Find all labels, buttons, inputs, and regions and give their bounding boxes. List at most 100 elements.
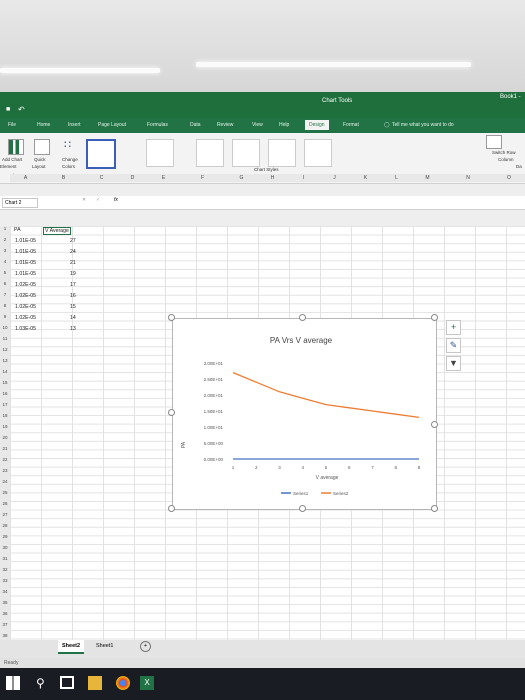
row-header[interactable]: 2 [0, 237, 10, 242]
chart-style-thumbnail[interactable] [232, 139, 260, 167]
row-header[interactable]: 7 [0, 292, 10, 297]
tell-me-search[interactable]: Tell me what you want to do [392, 122, 454, 128]
chart-resize-handle[interactable] [168, 409, 175, 416]
row-header[interactable]: 5 [0, 270, 10, 275]
row-header[interactable]: 33 [0, 578, 10, 583]
column-label[interactable]: Column [498, 157, 514, 162]
row-header[interactable]: 36 [0, 611, 10, 616]
save-icon[interactable]: ■ [6, 106, 10, 113]
column-header[interactable]: B [41, 174, 87, 182]
chart-filters-button[interactable]: ▼ [446, 356, 461, 371]
cell-a-value[interactable]: 1.01E-05 [15, 260, 36, 266]
row-header[interactable]: 3 [0, 248, 10, 253]
row-header[interactable]: 4 [0, 259, 10, 264]
tab-view[interactable]: View [252, 122, 263, 128]
tab-file[interactable]: File [8, 122, 16, 128]
column-header[interactable]: C [86, 174, 118, 182]
column-header[interactable]: F [179, 174, 227, 182]
row-header[interactable]: 10 [0, 325, 10, 330]
row-header[interactable]: 18 [0, 413, 10, 418]
chart-style-thumbnail[interactable] [86, 139, 116, 169]
cell-b-value[interactable]: 14 [70, 315, 76, 321]
tab-insert[interactable]: Insert [68, 122, 81, 128]
file-explorer-icon[interactable] [88, 676, 102, 690]
add-sheet-icon[interactable]: + [140, 641, 151, 652]
row-header[interactable]: 21 [0, 446, 10, 451]
change-colors-icon[interactable]: ∷ [64, 138, 71, 151]
column-header[interactable]: J [319, 174, 351, 182]
row-header[interactable]: 1 [0, 226, 10, 231]
chart-area[interactable]: PA Vrs V average PA V average 3.00E+01 2.… [172, 318, 437, 510]
row-header[interactable]: 6 [0, 281, 10, 286]
row-header[interactable]: 27 [0, 512, 10, 517]
cell-a-value[interactable]: 1.02E-05 [15, 293, 36, 299]
chart-resize-handle[interactable] [299, 505, 306, 512]
column-header[interactable]: D [117, 174, 149, 182]
element-label[interactable]: Element [0, 164, 17, 169]
chart-resize-handle[interactable] [168, 505, 175, 512]
sheet-tab-sheet2[interactable]: Sheet2 [58, 640, 85, 654]
chart-style-thumbnail[interactable] [268, 139, 296, 167]
row-header[interactable]: 8 [0, 303, 10, 308]
row-header[interactable]: 13 [0, 358, 10, 363]
row-header[interactable]: 17 [0, 402, 10, 407]
row-header[interactable]: 15 [0, 380, 10, 385]
add-chart-element-icon[interactable] [8, 139, 24, 155]
cell-b-value[interactable]: 21 [70, 260, 76, 266]
cell-a-value[interactable]: 1.02E-05 [15, 282, 36, 288]
row-header[interactable]: 19 [0, 424, 10, 429]
cell-a-value[interactable]: 1.03E-05 [15, 326, 36, 332]
row-header[interactable]: 26 [0, 501, 10, 506]
column-header[interactable]: H [257, 174, 289, 182]
cell-a1[interactable]: PA [14, 227, 21, 233]
cell-b-value[interactable]: 13 [70, 326, 76, 332]
row-header[interactable]: 11 [0, 336, 10, 341]
cancel-icon[interactable]: ✕ [82, 197, 86, 203]
column-header[interactable]: A [10, 174, 42, 182]
chart-style-thumbnail[interactable] [146, 139, 174, 167]
chart-title[interactable]: PA Vrs V average [270, 336, 333, 345]
column-header[interactable]: K [350, 174, 382, 182]
chart-resize-handle[interactable] [168, 314, 175, 321]
enter-icon[interactable]: ✓ [96, 197, 100, 203]
column-header[interactable]: G [226, 174, 258, 182]
row-header[interactable]: 9 [0, 314, 10, 319]
cell-b-value[interactable]: 17 [70, 282, 76, 288]
row-header[interactable]: 28 [0, 523, 10, 528]
cell-b-value[interactable]: 15 [70, 304, 76, 310]
name-box[interactable]: Chart 2 [2, 198, 38, 208]
cell-a-value[interactable]: 1.02E-05 [15, 315, 36, 321]
row-header[interactable]: 20 [0, 435, 10, 440]
row-header[interactable]: 12 [0, 347, 10, 352]
add-chart-element-label[interactable]: Add Chart [2, 157, 22, 162]
search-icon[interactable]: ⚲ [36, 676, 50, 690]
cell-b-value[interactable]: 27 [70, 238, 76, 244]
cell-a-value[interactable]: 1.01E-05 [15, 271, 36, 277]
tab-format[interactable]: Format [343, 122, 359, 128]
column-header[interactable]: I [288, 174, 320, 182]
cell-a-value[interactable]: 1.01E-05 [15, 249, 36, 255]
column-header[interactable]: O [493, 174, 525, 182]
cell-b-value[interactable]: 24 [70, 249, 76, 255]
quick-label[interactable]: Quick [34, 157, 46, 162]
quick-layout-icon[interactable] [34, 139, 50, 155]
row-header[interactable]: 31 [0, 556, 10, 561]
switch-row-column-icon[interactable] [486, 135, 502, 149]
chart-styles-button[interactable]: ✎ [446, 338, 461, 353]
sheet-tab-sheet1[interactable]: Sheet1 [96, 643, 113, 649]
chart-legend[interactable]: Series1 Series2 [281, 491, 349, 496]
row-header[interactable]: 24 [0, 479, 10, 484]
tab-data[interactable]: Data [190, 122, 201, 128]
chart-style-thumbnail[interactable] [304, 139, 332, 167]
chart-resize-handle[interactable] [431, 314, 438, 321]
row-header[interactable]: 32 [0, 567, 10, 572]
tab-review[interactable]: Review [217, 122, 233, 128]
tab-home[interactable]: Home [37, 122, 50, 128]
y-axis-title[interactable]: PA [181, 441, 187, 448]
row-header[interactable]: 30 [0, 545, 10, 550]
chrome-icon[interactable] [116, 676, 130, 690]
chart-resize-handle[interactable] [431, 505, 438, 512]
row-header[interactable]: 25 [0, 490, 10, 495]
cell-a-value[interactable]: 1.01E-05 [15, 238, 36, 244]
x-axis-title[interactable]: V average [316, 475, 339, 481]
